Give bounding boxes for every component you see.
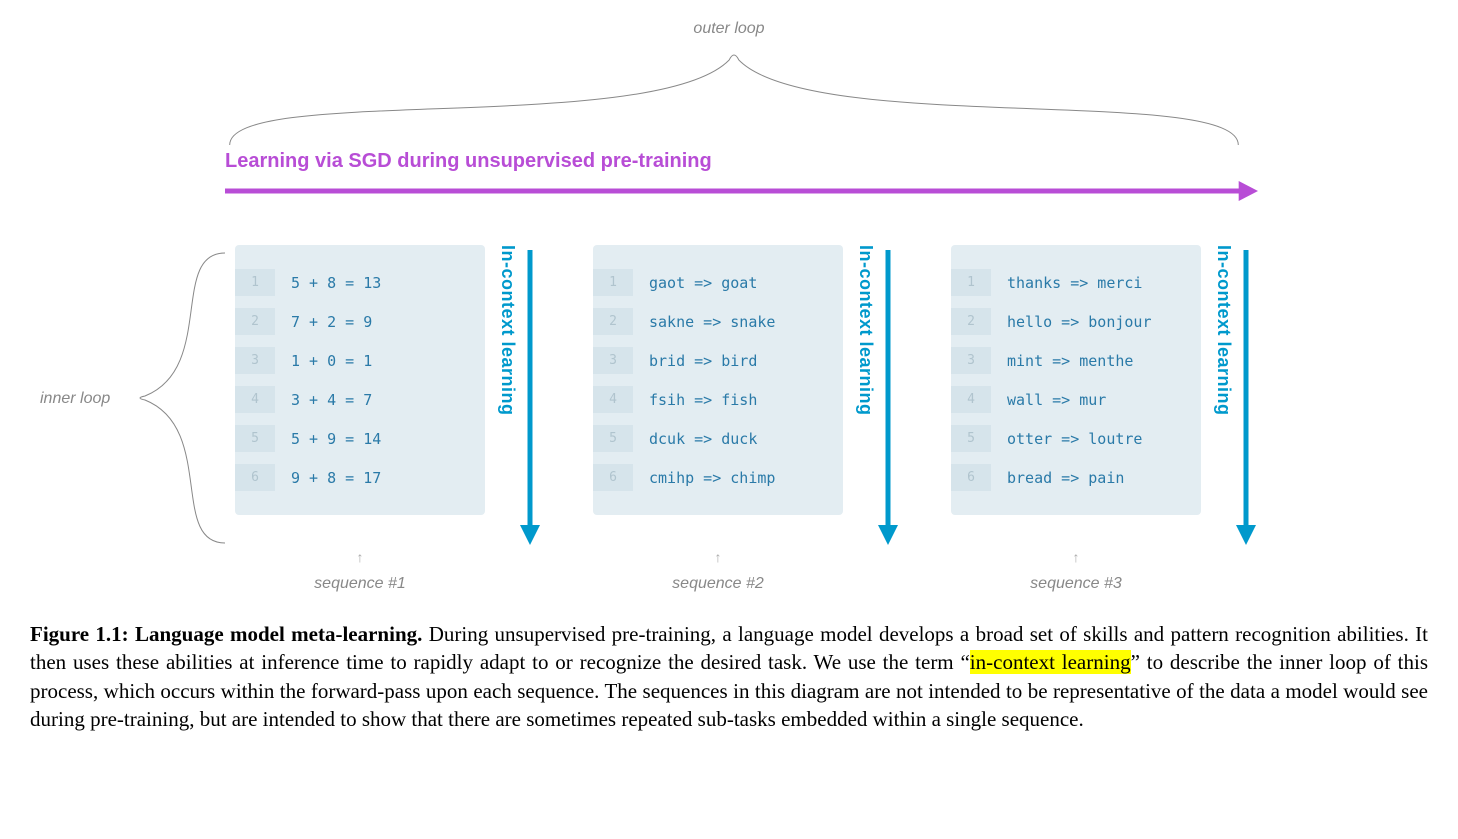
in-context-label: In-context learning [497,245,518,416]
sequence-2-group: 1gaot => goat 2sakne => snake 3brid => b… [593,245,900,593]
in-context-label: In-context learning [1213,245,1234,416]
inner-loop-brace [130,248,230,548]
sgd-arrow-icon [225,181,1258,201]
outer-loop-label: outer loop [693,20,764,38]
sequence-3-group: 1thanks => merci 2hello => bonjour 3mint… [951,245,1258,593]
list-item: 1thanks => merci [951,263,1183,302]
sequences-row: 15 + 8 = 13 27 + 2 = 9 31 + 0 = 1 43 + 4… [235,245,1258,593]
sequence-1-group: 15 + 8 = 13 27 + 2 = 9 31 + 0 = 1 43 + 4… [235,245,542,593]
list-item: 4wall => mur [951,380,1183,419]
sgd-section: Learning via SGD during unsupervised pre… [225,150,1258,206]
list-item: 6bread => pain [951,458,1183,497]
in-context-label: In-context learning [855,245,876,416]
sequence-2-caption: sequence #2 [593,575,843,593]
up-arrow-icon: ↑ [951,551,1201,567]
in-context-arrow-2: In-context learning [855,245,900,545]
figure-container: outer loop Learning via SGD during unsup… [0,0,1458,753]
down-arrow-icon [1234,245,1258,545]
list-item: 3mint => menthe [951,341,1183,380]
in-context-arrow-3: In-context learning [1213,245,1258,545]
sequence-1-box: 15 + 8 = 13 27 + 2 = 9 31 + 0 = 1 43 + 4… [235,245,485,515]
list-item: 27 + 2 = 9 [235,302,467,341]
figure-caption: Figure 1.1: Language model meta-learning… [20,620,1438,733]
up-arrow-icon: ↑ [593,551,843,567]
up-arrow-icon: ↑ [235,551,485,567]
list-item: 4fsih => fish [593,380,825,419]
list-item: 1gaot => goat [593,263,825,302]
down-arrow-icon [876,245,900,545]
list-item: 2hello => bonjour [951,302,1183,341]
highlighted-term: in-context learning [970,650,1131,674]
sgd-label: Learning via SGD during unsupervised pre… [225,150,1258,173]
list-item: 15 + 8 = 13 [235,263,467,302]
list-item: 55 + 9 = 14 [235,419,467,458]
sequence-1-caption: sequence #1 [235,575,485,593]
list-item: 5dcuk => duck [593,419,825,458]
list-item: 5otter => loutre [951,419,1183,458]
in-context-arrow-1: In-context learning [497,245,542,545]
sequence-2-box: 1gaot => goat 2sakne => snake 3brid => b… [593,245,843,515]
down-arrow-icon [518,245,542,545]
inner-loop-label: inner loop [40,390,110,408]
list-item: 6cmihp => chimp [593,458,825,497]
list-item: 31 + 0 = 1 [235,341,467,380]
list-item: 3brid => bird [593,341,825,380]
list-item: 2sakne => snake [593,302,825,341]
diagram: outer loop Learning via SGD during unsup… [20,10,1438,610]
outer-loop-brace [220,40,1248,155]
list-item: 43 + 4 = 7 [235,380,467,419]
list-item: 69 + 8 = 17 [235,458,467,497]
sequence-3-caption: sequence #3 [951,575,1201,593]
sequence-3-box: 1thanks => merci 2hello => bonjour 3mint… [951,245,1201,515]
figure-caption-title: Figure 1.1: Language model meta-learning… [30,622,422,646]
